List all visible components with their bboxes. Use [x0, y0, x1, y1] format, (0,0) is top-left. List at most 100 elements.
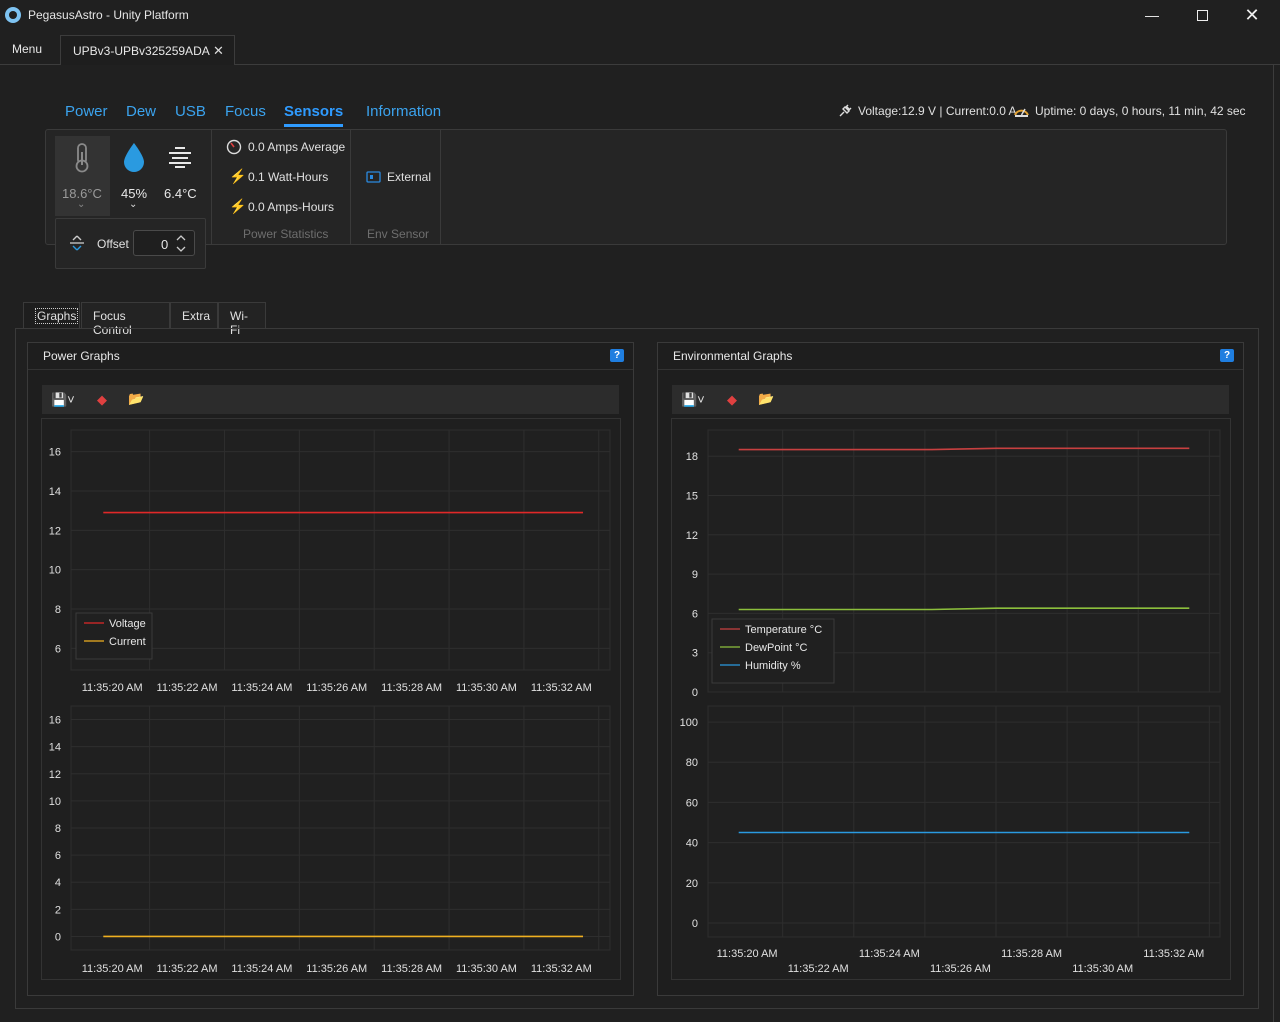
- tab-graphs[interactable]: Graphs: [23, 302, 80, 329]
- stepper-arrows-icon[interactable]: [175, 234, 187, 253]
- x-tick-label: 11:35:26 AM: [306, 963, 367, 975]
- speedometer-icon: [226, 139, 242, 155]
- divider: [440, 130, 441, 244]
- dewpoint-value: 6.4°C: [164, 186, 197, 201]
- tab-usb[interactable]: USB: [175, 103, 206, 120]
- y-tick-label: 3: [692, 648, 698, 660]
- temperature-dewpoint-chart: 0 3 6 9 12 15 18 Temperature °C DewPoint °C Humid…: [686, 429, 1221, 699]
- env-sensor-external[interactable]: External: [387, 170, 431, 184]
- minimize-button[interactable]: —: [1128, 0, 1176, 30]
- plot-area: [707, 705, 1221, 938]
- y-tick-label: 18: [686, 451, 698, 463]
- close-window-button[interactable]: ✕: [1228, 0, 1276, 30]
- device-tab-label: UPBv3-UPBv325259ADA: [73, 44, 210, 58]
- open-folder-icon[interactable]: 📂: [758, 391, 774, 407]
- document-tab-strip: Menu UPBv3-UPBv325259ADA ✕: [0, 32, 1280, 65]
- x-tick-label: 11:35:22 AM: [788, 963, 849, 975]
- power-statistics-caption: Power Statistics: [243, 227, 329, 241]
- eraser-icon[interactable]: ◆: [727, 392, 737, 408]
- y-tick-label: 16: [49, 715, 61, 727]
- offset-value: 0: [161, 237, 169, 252]
- x-tick-label: 11:35:30 AM: [456, 682, 517, 694]
- y-tick-label: 14: [49, 742, 61, 754]
- chip-icon: [366, 171, 381, 183]
- y-tick-label: 16: [49, 447, 61, 459]
- tab-extra[interactable]: Extra: [170, 302, 218, 329]
- y-tick-label: 80: [686, 757, 698, 769]
- watt-hours: 0.1 Watt-Hours: [248, 170, 329, 184]
- tab-information[interactable]: Information: [366, 103, 441, 120]
- y-tick-label: 0: [692, 687, 698, 699]
- x-tick-label: 11:35:26 AM: [306, 682, 367, 694]
- y-tick-label: 6: [55, 643, 61, 655]
- chevron-down-icon[interactable]: ⌄: [77, 199, 85, 210]
- chevron-down-icon[interactable]: ⌄: [129, 199, 137, 210]
- save-icon[interactable]: 💾˅: [681, 392, 705, 408]
- uptime-gauge-icon: [1014, 108, 1029, 117]
- eraser-icon[interactable]: ◆: [97, 392, 107, 408]
- x-tick-label: 11:35:28 AM: [1001, 948, 1062, 960]
- offset-arrows-icon: [70, 235, 84, 251]
- device-tab[interactable]: UPBv3-UPBv325259ADA ✕: [60, 35, 235, 65]
- offset-label: Offset: [97, 237, 129, 251]
- tab-power[interactable]: Power: [65, 103, 108, 120]
- amp-hours: 0.0 Amps-Hours: [248, 200, 335, 214]
- help-icon[interactable]: ?: [1220, 349, 1234, 362]
- help-icon[interactable]: ?: [610, 349, 624, 362]
- divider: [350, 130, 351, 244]
- title-bar: PegasusAstro - Unity Platform — ✕: [0, 0, 1280, 32]
- thermometer-icon: [75, 143, 89, 173]
- y-tick-label: 100: [680, 717, 698, 729]
- voltage-chart: 6 8 10 12 14 16 11:35:20 AM 11:35:22 AM 11:35:24…: [49, 429, 611, 694]
- x-tick-label: 11:35:30 AM: [456, 963, 517, 975]
- divider: [211, 130, 212, 244]
- legend-label: DewPoint °C: [745, 642, 808, 654]
- x-tick-label: 11:35:20 AM: [717, 948, 778, 960]
- y-tick-label: 0: [55, 931, 61, 943]
- maximize-button[interactable]: [1178, 0, 1226, 30]
- active-tab-underline: [284, 124, 343, 127]
- lightning-icon: ⚡: [229, 168, 247, 184]
- app-logo-icon: [5, 7, 21, 23]
- tab-dew[interactable]: Dew: [126, 103, 156, 120]
- x-tick-label: 11:35:28 AM: [381, 682, 442, 694]
- y-tick-label: 12: [686, 530, 698, 542]
- x-tick-label: 11:35:24 AM: [231, 963, 292, 975]
- tab-sensors[interactable]: Sensors: [284, 103, 343, 120]
- tab-focus-control[interactable]: Focus Control: [81, 302, 170, 337]
- open-folder-icon[interactable]: 📂: [128, 391, 144, 407]
- x-tick-label: 11:35:26 AM: [930, 963, 991, 975]
- y-tick-label: 20: [686, 878, 698, 890]
- x-tick-label: 11:35:28 AM: [381, 963, 442, 975]
- legend-label: Voltage: [109, 618, 146, 630]
- y-tick-label: 8: [55, 604, 61, 616]
- close-tab-icon[interactable]: ✕: [213, 43, 224, 59]
- uptime-status: Uptime: 0 days, 0 hours, 11 min, 42 sec: [1035, 104, 1246, 118]
- save-icon[interactable]: 💾˅: [51, 392, 75, 408]
- tab-wifi[interactable]: Wi-Fi: [218, 302, 266, 337]
- offset-stepper[interactable]: 0: [133, 230, 195, 256]
- y-tick-label: 14: [49, 486, 61, 498]
- y-tick-label: 12: [49, 525, 61, 537]
- x-tick-label: 11:35:20 AM: [82, 963, 143, 975]
- x-tick-label: 11:35:22 AM: [157, 682, 218, 694]
- x-tick-label: 11:35:32 AM: [1143, 948, 1204, 960]
- y-tick-label: 60: [686, 797, 698, 809]
- menu-button[interactable]: Menu: [12, 42, 42, 56]
- amps-average: 0.0 Amps Average: [248, 140, 346, 154]
- tab-focus[interactable]: Focus: [225, 103, 266, 120]
- y-tick-label: 6: [692, 608, 698, 620]
- dewpoint-fog-icon: [169, 147, 191, 168]
- current-chart: 0 2 4 6 8 10 12 14 16 11:35:20 AM 11:35:22 AM 11:35…: [49, 705, 611, 975]
- x-tick-label: 11:35:32 AM: [531, 682, 592, 694]
- legend-label: Humidity %: [745, 660, 801, 672]
- y-tick-label: 15: [686, 491, 698, 503]
- env-sensor-caption: Env Sensor: [367, 227, 430, 241]
- humidity-chart: 0 20 40 60 80 100 11:35:20 AM 11:35:22 AM 11:35:…: [680, 705, 1221, 975]
- tab-graphs-label: Graphs: [35, 308, 79, 324]
- x-tick-label: 11:35:20 AM: [82, 682, 143, 694]
- x-tick-label: 11:35:24 AM: [231, 682, 292, 694]
- y-tick-label: 4: [55, 877, 61, 889]
- y-tick-label: 12: [49, 769, 61, 781]
- env-graphs-title: Environmental Graphs: [673, 349, 793, 363]
